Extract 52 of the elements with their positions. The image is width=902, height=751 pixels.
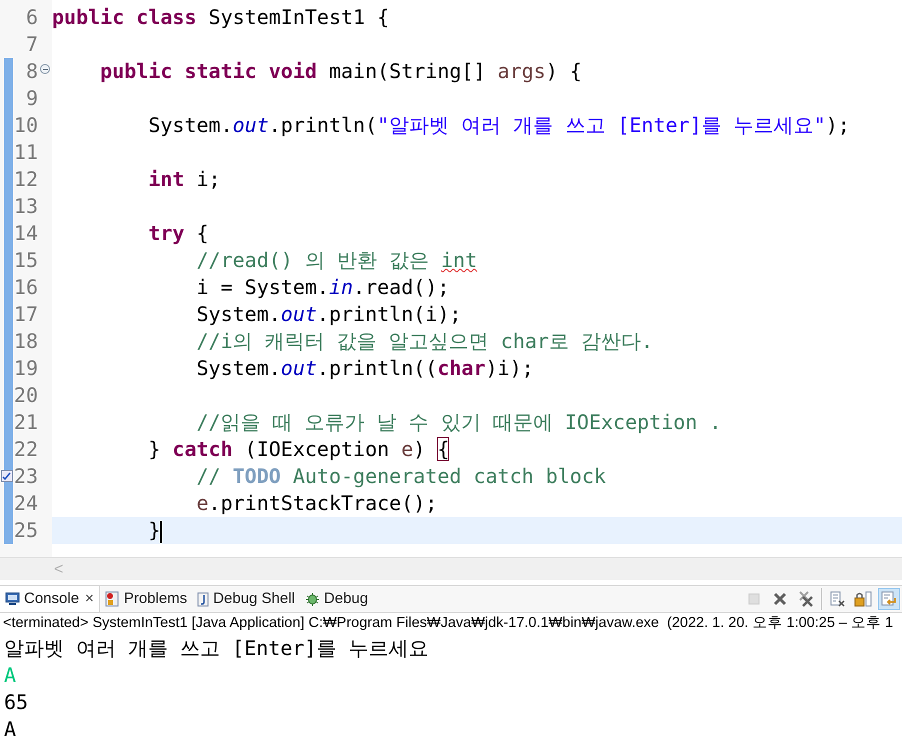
line-number: 15 xyxy=(14,248,38,272)
view-tab[interactable]: Console × xyxy=(0,586,100,612)
line-number: 13 xyxy=(14,194,38,218)
line-number: 17 xyxy=(14,302,38,326)
line-number: 19 xyxy=(14,356,38,380)
code-line: int i; xyxy=(147,167,221,191)
console-output-text: A xyxy=(4,717,16,741)
code-line: e.printStackTrace(); xyxy=(195,491,438,515)
line-number: 7 xyxy=(26,32,38,56)
code-line: public static void main(String[] args) { xyxy=(99,59,582,83)
line-number: 21 xyxy=(14,410,38,434)
console-output-text: 알파벳 여러 개를 쓰고 [Enter]를 누르세요 xyxy=(4,636,428,660)
view-tab[interactable]: Problems xyxy=(100,586,192,612)
line-number: 24 xyxy=(14,491,38,515)
fold-toggle[interactable] xyxy=(40,64,50,74)
console-output-text: 65 xyxy=(4,690,28,714)
line-number: 18 xyxy=(14,329,38,353)
code-editor[interactable] xyxy=(0,0,902,557)
code-line: //read() 의 반환 값은 int xyxy=(195,248,478,272)
line-number: 16 xyxy=(14,275,38,299)
line-number: 11 xyxy=(14,140,38,164)
code-line: } xyxy=(147,518,160,542)
process-status-text: <terminated> SystemInTest1 [Java Application] C:₩Program Files₩Java₩jdk-17.0.1₩bin₩javaw.exe (2022. 1. 20. 오후 1:00:25 – 오후 1 xyxy=(2,614,894,633)
code-line: System.out.println(i); xyxy=(195,302,462,326)
close-icon[interactable]: × xyxy=(85,588,94,610)
line-number: 9 xyxy=(26,86,38,110)
line-number: 8 xyxy=(26,59,38,83)
code-line: i = System.in.read(); xyxy=(195,275,450,299)
page-icon xyxy=(197,592,210,606)
view-tab[interactable]: Debug Shell xyxy=(192,586,300,612)
view-tab[interactable]: Debug xyxy=(300,586,374,612)
line-number: 10 xyxy=(14,113,38,137)
problems-icon xyxy=(104,591,120,607)
code-line: //읽을 때 오류가 날 수 있기 때문에 IOException . xyxy=(195,410,722,434)
line-number: 12 xyxy=(14,167,38,191)
code-line: try { xyxy=(147,221,209,245)
line-number: 25 xyxy=(14,518,38,542)
line-number: 23 xyxy=(14,464,38,488)
code-line: System.out.println((char)i); xyxy=(195,356,534,380)
code-line: //i의 캐릭터 값을 알고싶으면 char로 감싼다. xyxy=(195,329,654,353)
monitor-icon xyxy=(5,592,20,606)
text-caret xyxy=(160,520,162,543)
code-line: public class SystemInTest1 { xyxy=(52,5,390,29)
line-number: 14 xyxy=(14,221,38,245)
console-input-text: A xyxy=(4,663,16,687)
bug-icon xyxy=(304,592,320,606)
code-line: } catch (IOException e) { xyxy=(147,437,450,461)
line-number: 22 xyxy=(14,437,38,461)
line-number: 6 xyxy=(26,5,38,29)
code-line: // TODO Auto-generated catch block xyxy=(195,464,606,488)
line-number: 20 xyxy=(14,383,38,407)
code-line: System.out.println("알파벳 여러 개를 쓰고 [Enter]를 누르세요"); xyxy=(147,113,850,137)
